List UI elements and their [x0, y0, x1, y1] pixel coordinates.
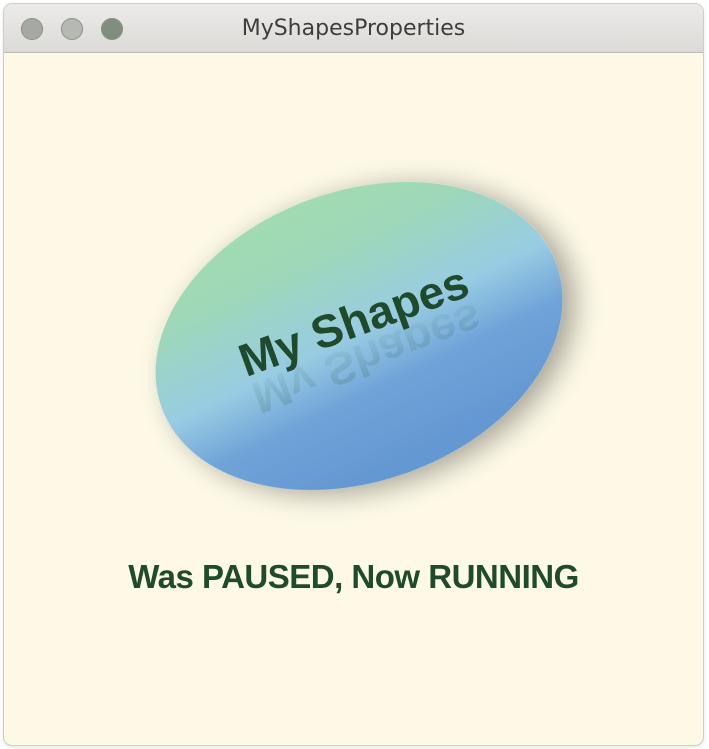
content-area: My Shapes My Shapes Was PAUSED, Now RUNN… [4, 53, 703, 745]
window-title: MyShapesProperties [241, 16, 466, 41]
status-text: Was PAUSED, Now RUNNING [128, 558, 579, 595]
shape-ellipse-graphic: My Shapes My Shapes [155, 181, 563, 491]
title-bar[interactable]: MyShapesProperties [4, 4, 703, 53]
app-window: MyShapesProperties My Shapes My Shapes W… [4, 4, 703, 745]
